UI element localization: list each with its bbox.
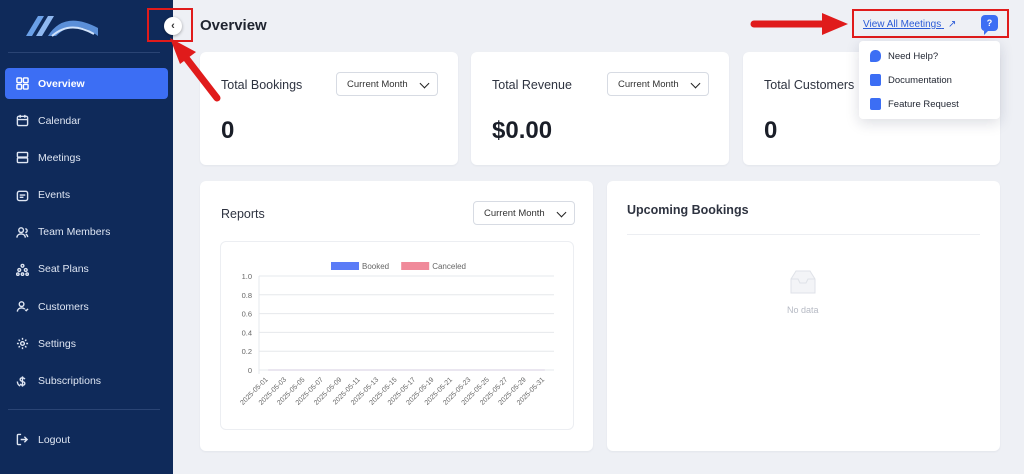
- calendar-icon: [15, 114, 29, 128]
- annotation-highlight-box: [147, 8, 193, 42]
- sidebar-item-seat-plans[interactable]: Seat Plans: [5, 254, 168, 285]
- sidebar-item-calendar[interactable]: Calendar: [5, 105, 168, 136]
- total-bookings-card: Total Bookings Current Month 0: [200, 52, 458, 165]
- sidebar-item-label: Team Members: [38, 226, 111, 239]
- reports-period-select[interactable]: Current Month: [473, 201, 575, 225]
- logout-label: Logout: [38, 433, 71, 446]
- upcoming-title: Upcoming Bookings: [627, 203, 749, 217]
- sidebar-item-label: Subscriptions: [38, 375, 102, 387]
- sidebar: Overview Calendar Meetings Events Team M…: [0, 0, 173, 474]
- chat-icon: [870, 50, 881, 62]
- seat-icon: [15, 262, 29, 276]
- card-value: 0: [764, 117, 778, 144]
- gear-icon: [15, 337, 29, 351]
- card-title: Total Revenue: [492, 78, 572, 92]
- annotation-highlight-box: [852, 9, 1009, 38]
- page-title: Overview: [200, 17, 267, 34]
- menu-item-feature-request[interactable]: Feature Request: [870, 98, 959, 110]
- meetings-icon: [15, 151, 29, 165]
- select-value: Current Month: [618, 78, 679, 90]
- logout-button[interactable]: Logout: [5, 424, 168, 455]
- logout-icon: [15, 433, 29, 447]
- y-tick-label: 0.8: [242, 291, 252, 300]
- menu-item-label: Documentation: [888, 74, 952, 86]
- bookings-period-select[interactable]: Current Month: [336, 72, 438, 96]
- revenue-period-select[interactable]: Current Month: [607, 72, 709, 96]
- menu-item-documentation[interactable]: Documentation: [870, 74, 952, 86]
- total-revenue-card: Total Revenue Current Month $0.00: [471, 52, 729, 165]
- sidebar-item-events[interactable]: Events: [5, 180, 168, 211]
- card-value: 0: [221, 117, 235, 144]
- customers-icon: [15, 300, 29, 314]
- y-tick-label: 0.4: [242, 328, 252, 337]
- dollar-icon: [15, 374, 29, 388]
- sidebar-item-label: Customers: [38, 300, 89, 313]
- team-icon: [15, 225, 29, 239]
- sidebar-item-overview[interactable]: Overview: [5, 68, 168, 99]
- legend-label: Booked: [362, 262, 389, 271]
- legend-swatch: [331, 262, 359, 270]
- sidebar-item-label: Seat Plans: [38, 263, 89, 276]
- y-tick-label: 1.0: [242, 272, 252, 281]
- reports-chart: Booked Canceled 0 0.2 0.4 0.6 0.8 1.0 2025-05-01…: [220, 241, 574, 430]
- card-title: Total Customers: [764, 78, 855, 92]
- grid-icon: [15, 77, 29, 91]
- sidebar-item-label: Overview: [38, 77, 85, 90]
- legend-swatch: [401, 262, 430, 270]
- sidebar-item-meetings[interactable]: Meetings: [5, 142, 168, 173]
- chevron-down-icon: [690, 78, 701, 89]
- sidebar-item-settings[interactable]: Settings: [5, 328, 168, 359]
- upcoming-divider: [627, 234, 980, 235]
- events-icon: [15, 188, 29, 202]
- card-value: $0.00: [492, 117, 553, 144]
- sidebar-item-label: Meetings: [38, 151, 81, 164]
- reports-chart-svg: Booked Canceled00.20.40.60.81.02025-05-01…: [239, 262, 554, 407]
- sidebar-item-label: Settings: [38, 337, 76, 350]
- help-dropdown-menu: Need Help? Documentation Feature Request: [859, 41, 1000, 119]
- y-tick-label: 0: [248, 366, 252, 375]
- brand-logo: [26, 16, 98, 37]
- y-tick-label: 0.6: [242, 310, 252, 319]
- chevron-down-icon: [556, 207, 567, 218]
- reports-title: Reports: [221, 207, 265, 221]
- select-value: Current Month: [347, 78, 408, 90]
- sidebar-item-team-members[interactable]: Team Members: [5, 217, 168, 248]
- menu-item-label: Need Help?: [888, 50, 939, 62]
- legend-label: Canceled: [432, 262, 466, 271]
- annotation-arrow-right: [750, 13, 848, 35]
- card-title: Total Bookings: [221, 78, 303, 92]
- menu-item-need-help[interactable]: Need Help?: [870, 50, 938, 62]
- feature-request-icon: [870, 98, 881, 110]
- y-tick-label: 0.2: [242, 347, 252, 356]
- document-icon: [870, 74, 881, 86]
- sidebar-nav: Overview Calendar Meetings Events Team M…: [5, 68, 168, 403]
- sidebar-divider: [8, 409, 160, 410]
- chevron-down-icon: [419, 78, 430, 89]
- sidebar-divider: [8, 52, 160, 53]
- sidebar-item-customers[interactable]: Customers: [5, 291, 168, 322]
- sidebar-item-label: Calendar: [38, 114, 81, 127]
- no-data-text: No data: [787, 305, 819, 315]
- sidebar-item-subscriptions[interactable]: Subscriptions: [5, 366, 168, 397]
- upcoming-bookings-card: Upcoming Bookings: [607, 181, 1000, 451]
- empty-inbox-icon: [790, 270, 816, 294]
- select-value: Current Month: [484, 207, 545, 219]
- sidebar-item-label: Events: [38, 189, 71, 202]
- menu-item-label: Feature Request: [888, 98, 959, 110]
